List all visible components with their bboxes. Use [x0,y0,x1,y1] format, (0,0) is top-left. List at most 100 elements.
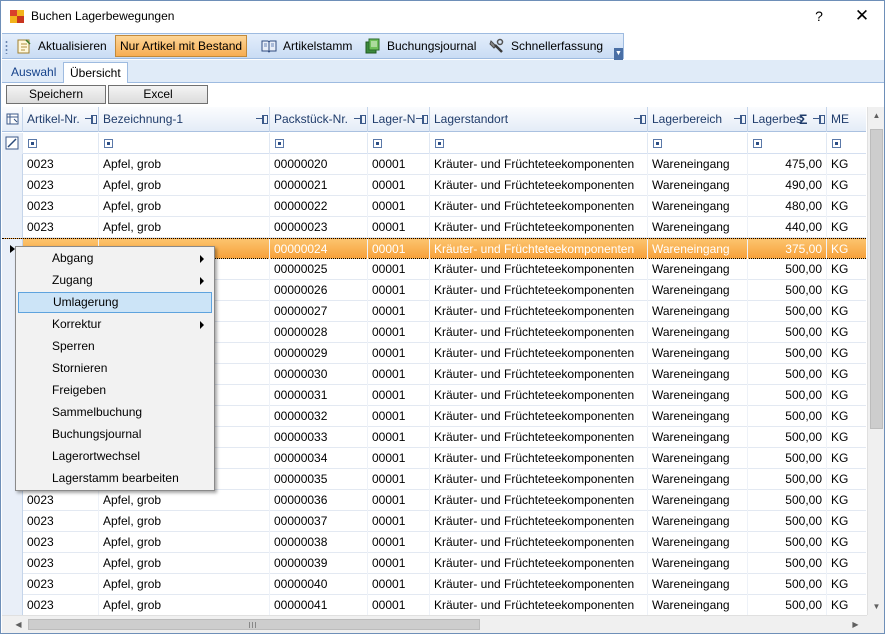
cell-storage-area[interactable]: Wareneingang [648,574,748,595]
menu-item-umlagerung[interactable]: Umlagerung [18,292,212,313]
cell-stock[interactable]: 500,00 [748,322,827,343]
cell-warehouse-no[interactable]: 00001 [368,490,430,511]
cell-package-no[interactable]: 00000036 [270,490,368,511]
column-header-package-no[interactable]: Packstück-Nr. [270,107,368,132]
column-header-storage-area[interactable]: Lagerbereich [648,107,748,132]
cell-storage-location[interactable]: Kräuter- und Früchteteekomponenten [430,196,648,217]
cell-description[interactable]: Apfel, grob [99,175,270,196]
cell-package-no[interactable]: 00000025 [270,259,368,280]
horizontal-scroll-thumb[interactable] [28,619,480,630]
cell-warehouse-no[interactable]: 00001 [368,259,430,280]
cell-warehouse-no[interactable]: 00001 [368,532,430,553]
toolbar-grip[interactable] [5,40,8,54]
cell-storage-area[interactable]: Wareneingang [648,280,748,301]
cell-storage-location[interactable]: Kräuter- und Früchteteekomponenten [430,469,648,490]
cell-storage-area[interactable]: Wareneingang [648,301,748,322]
cell-package-no[interactable]: 00000034 [270,448,368,469]
pin-icon[interactable] [634,115,646,124]
filter-cell-description[interactable] [99,133,270,154]
cell-package-no[interactable]: 00000027 [270,301,368,322]
column-header-article-no[interactable]: Artikel-Nr. [23,107,99,132]
cell-stock[interactable]: 500,00 [748,511,827,532]
cell-warehouse-no[interactable]: 00001 [368,385,430,406]
cell-warehouse-no[interactable]: 00001 [368,448,430,469]
cell-storage-area[interactable]: Wareneingang [648,448,748,469]
cell-storage-location[interactable]: Kräuter- und Früchteteekomponenten [430,343,648,364]
cell-package-no[interactable]: 00000031 [270,385,368,406]
cell-warehouse-no[interactable]: 00001 [368,511,430,532]
tab-uebersicht[interactable]: Übersicht [63,62,128,83]
table-row[interactable]: 0023 Apfel, grob 00000023 00001 Kräuter- und… [2,217,866,238]
cell-storage-location[interactable]: Kräuter- und Früchteteekomponenten [430,406,648,427]
vertical-scroll-thumb[interactable] [870,129,883,429]
cell-unit[interactable]: KG [827,385,866,406]
cell-package-no[interactable]: 00000033 [270,427,368,448]
filter-cell-stock[interactable] [748,133,827,154]
article-master-button[interactable]: Artikelstamm [257,35,356,57]
cell-description[interactable]: Apfel, grob [99,196,270,217]
cell-package-no[interactable]: 00000037 [270,511,368,532]
menu-item-freigeben[interactable]: Freigeben [18,380,212,401]
cell-stock[interactable]: 500,00 [748,364,827,385]
cell-storage-area[interactable]: Wareneingang [648,385,748,406]
cell-storage-location[interactable]: Kräuter- und Früchteteekomponenten [430,511,648,532]
table-row[interactable]: 0023 Apfel, grob 00000039 00001 Kräuter- und… [2,553,866,574]
cell-storage-area[interactable]: Wareneingang [648,511,748,532]
cell-unit[interactable]: KG [827,175,866,196]
filter-operator-icon[interactable] [653,139,662,148]
filter-operator-icon[interactable] [104,139,113,148]
cell-warehouse-no[interactable]: 00001 [368,553,430,574]
cell-warehouse-no[interactable]: 00001 [368,343,430,364]
horizontal-scrollbar[interactable]: ◀ ▶ [2,615,867,633]
tab-auswahl[interactable]: Auswahl [5,62,62,83]
filter-cell-article-no[interactable] [23,133,99,154]
pin-icon[interactable] [256,115,268,124]
cell-package-no[interactable]: 00000038 [270,532,368,553]
table-row[interactable]: 0023 Apfel, grob 00000037 00001 Kräuter- und… [2,511,866,532]
cell-warehouse-no[interactable]: 00001 [368,239,430,260]
row-indicator[interactable] [2,490,23,511]
cell-stock[interactable]: 475,00 [748,154,827,175]
cell-package-no[interactable]: 00000029 [270,343,368,364]
cell-package-no[interactable]: 00000030 [270,364,368,385]
cell-storage-area[interactable]: Wareneingang [648,364,748,385]
filter-cell-unit[interactable] [827,133,866,154]
cell-unit[interactable]: KG [827,239,866,260]
cell-storage-area[interactable]: Wareneingang [648,553,748,574]
cell-warehouse-no[interactable]: 00001 [368,406,430,427]
cell-article-no[interactable]: 0023 [23,595,99,615]
cell-article-no[interactable]: 0023 [23,511,99,532]
cell-warehouse-no[interactable]: 00001 [368,301,430,322]
cell-storage-location[interactable]: Kräuter- und Früchteteekomponenten [430,595,648,615]
cell-unit[interactable]: KG [827,574,866,595]
scroll-down-arrow[interactable]: ▼ [868,598,884,615]
cell-article-no[interactable]: 0023 [23,154,99,175]
row-indicator[interactable] [2,595,23,615]
row-indicator[interactable] [2,154,23,175]
cell-storage-location[interactable]: Kräuter- und Früchteteekomponenten [430,239,648,260]
cell-storage-location[interactable]: Kräuter- und Früchteteekomponenten [430,154,648,175]
menu-item-stornieren[interactable]: Stornieren [18,358,212,379]
filter-clear-button[interactable] [2,133,23,154]
cell-storage-location[interactable]: Kräuter- und Früchteteekomponenten [430,532,648,553]
cell-storage-area[interactable]: Wareneingang [648,406,748,427]
cell-storage-location[interactable]: Kräuter- und Früchteteekomponenten [430,175,648,196]
menu-item-lagerortwechsel[interactable]: Lagerortwechsel [18,446,212,467]
cell-package-no[interactable]: 00000026 [270,280,368,301]
scroll-left-arrow[interactable]: ◀ [10,616,27,633]
cell-unit[interactable]: KG [827,217,866,238]
column-header-stock[interactable]: Lagerbes Σ [748,107,827,132]
cell-unit[interactable]: KG [827,553,866,574]
help-button[interactable]: ? [807,5,831,27]
cell-unit[interactable]: KG [827,154,866,175]
cell-unit[interactable]: KG [827,469,866,490]
cell-package-no[interactable]: 00000035 [270,469,368,490]
menu-item-abgang[interactable]: Abgang [18,248,212,269]
pin-icon[interactable] [354,115,366,124]
cell-warehouse-no[interactable]: 00001 [368,427,430,448]
cell-warehouse-no[interactable]: 00001 [368,175,430,196]
cell-package-no[interactable]: 00000040 [270,574,368,595]
cell-warehouse-no[interactable]: 00001 [368,595,430,615]
menu-item-sammelbuchung[interactable]: Sammelbuchung [18,402,212,423]
cell-description[interactable]: Apfel, grob [99,490,270,511]
